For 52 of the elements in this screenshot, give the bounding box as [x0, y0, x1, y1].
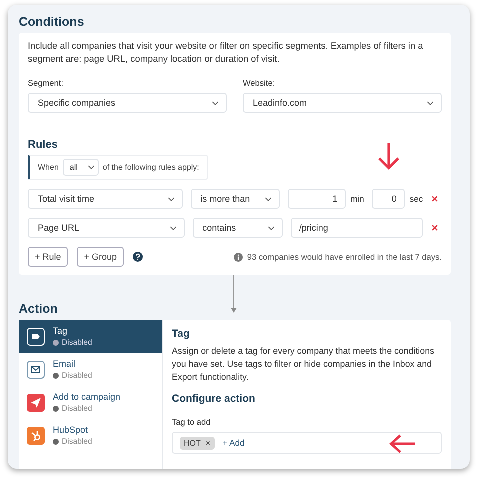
sprocket-icon — [27, 427, 45, 445]
unit-label: min — [350, 194, 364, 204]
when-label: of the following rules apply: — [102, 163, 200, 172]
tag-chip: HOT × — [180, 436, 215, 450]
action-name: Add to campaign — [53, 392, 121, 402]
chevron-icon — [265, 196, 272, 202]
chevron-icon — [168, 196, 175, 202]
configure-title: Configure action — [172, 393, 256, 405]
detail-description: Assign or delete a tag for every company that meets the conditions you have set. Use tags to filter or hide companies in the Inbox and Export functionality. — [172, 345, 436, 384]
operator-dropdown[interactable]: contains — [192, 218, 284, 238]
tag-icon — [27, 328, 45, 346]
field-label: Website: — [243, 78, 276, 88]
paper-plane-icon — [27, 394, 45, 412]
section-title: Conditions — [19, 15, 86, 29]
chevron-icon — [268, 226, 276, 230]
unit-label: sec — [410, 194, 424, 204]
field-dropdown[interactable]: Page URL — [28, 218, 185, 238]
connector-arrow — [230, 275, 238, 315]
tag-input[interactable]: HOT × + Add — [172, 432, 442, 454]
segment-dropdown[interactable]: Specific companies — [28, 93, 227, 113]
operator-dropdown[interactable]: is more than — [190, 189, 280, 209]
info-icon — [234, 252, 244, 262]
minutes-input[interactable]: 1 — [288, 189, 346, 209]
help-icon[interactable] — [133, 252, 144, 262]
section-title: Action — [19, 302, 59, 316]
chevron-icon — [212, 100, 219, 106]
remove-tag-button[interactable]: × — [206, 438, 211, 448]
description-text: Include all companies that visit your website or filter on specific segments. Examples of filters in a segment are: page URL, company location or duration of visit. — [28, 40, 424, 66]
field-label: Tag to add — [172, 417, 212, 427]
chevron-icon — [427, 100, 434, 106]
action-name: Email — [53, 359, 77, 369]
field-label: Segment: — [28, 78, 65, 88]
close-icon[interactable] — [431, 195, 439, 203]
website-dropdown[interactable]: Leadinfo.com — [243, 93, 442, 113]
seconds-input[interactable]: 0 — [372, 189, 405, 209]
action-name: HubSpot — [53, 425, 90, 435]
down-arrow-icon — [376, 140, 402, 172]
rules-title: Rules — [28, 139, 59, 151]
chevron-icon — [88, 165, 95, 170]
chevron-icon — [170, 226, 177, 230]
action-name: Tag — [53, 326, 69, 336]
when-label: When — [38, 163, 59, 172]
envelope-icon — [27, 361, 45, 379]
add-rule-button[interactable]: + Rule — [28, 247, 68, 267]
detail-title: Tag — [172, 328, 191, 340]
add-tag-link[interactable]: + Add — [222, 438, 245, 448]
field-dropdown[interactable]: Total visit time — [28, 189, 183, 209]
close-icon[interactable] — [431, 224, 439, 232]
add-group-button[interactable]: + Group — [77, 247, 124, 267]
estimate-text: 93 companies would have enrolled in the last 7 days. — [247, 252, 442, 262]
value-input[interactable]: /pricing — [291, 218, 424, 238]
match-dropdown[interactable]: all — [62, 159, 99, 176]
